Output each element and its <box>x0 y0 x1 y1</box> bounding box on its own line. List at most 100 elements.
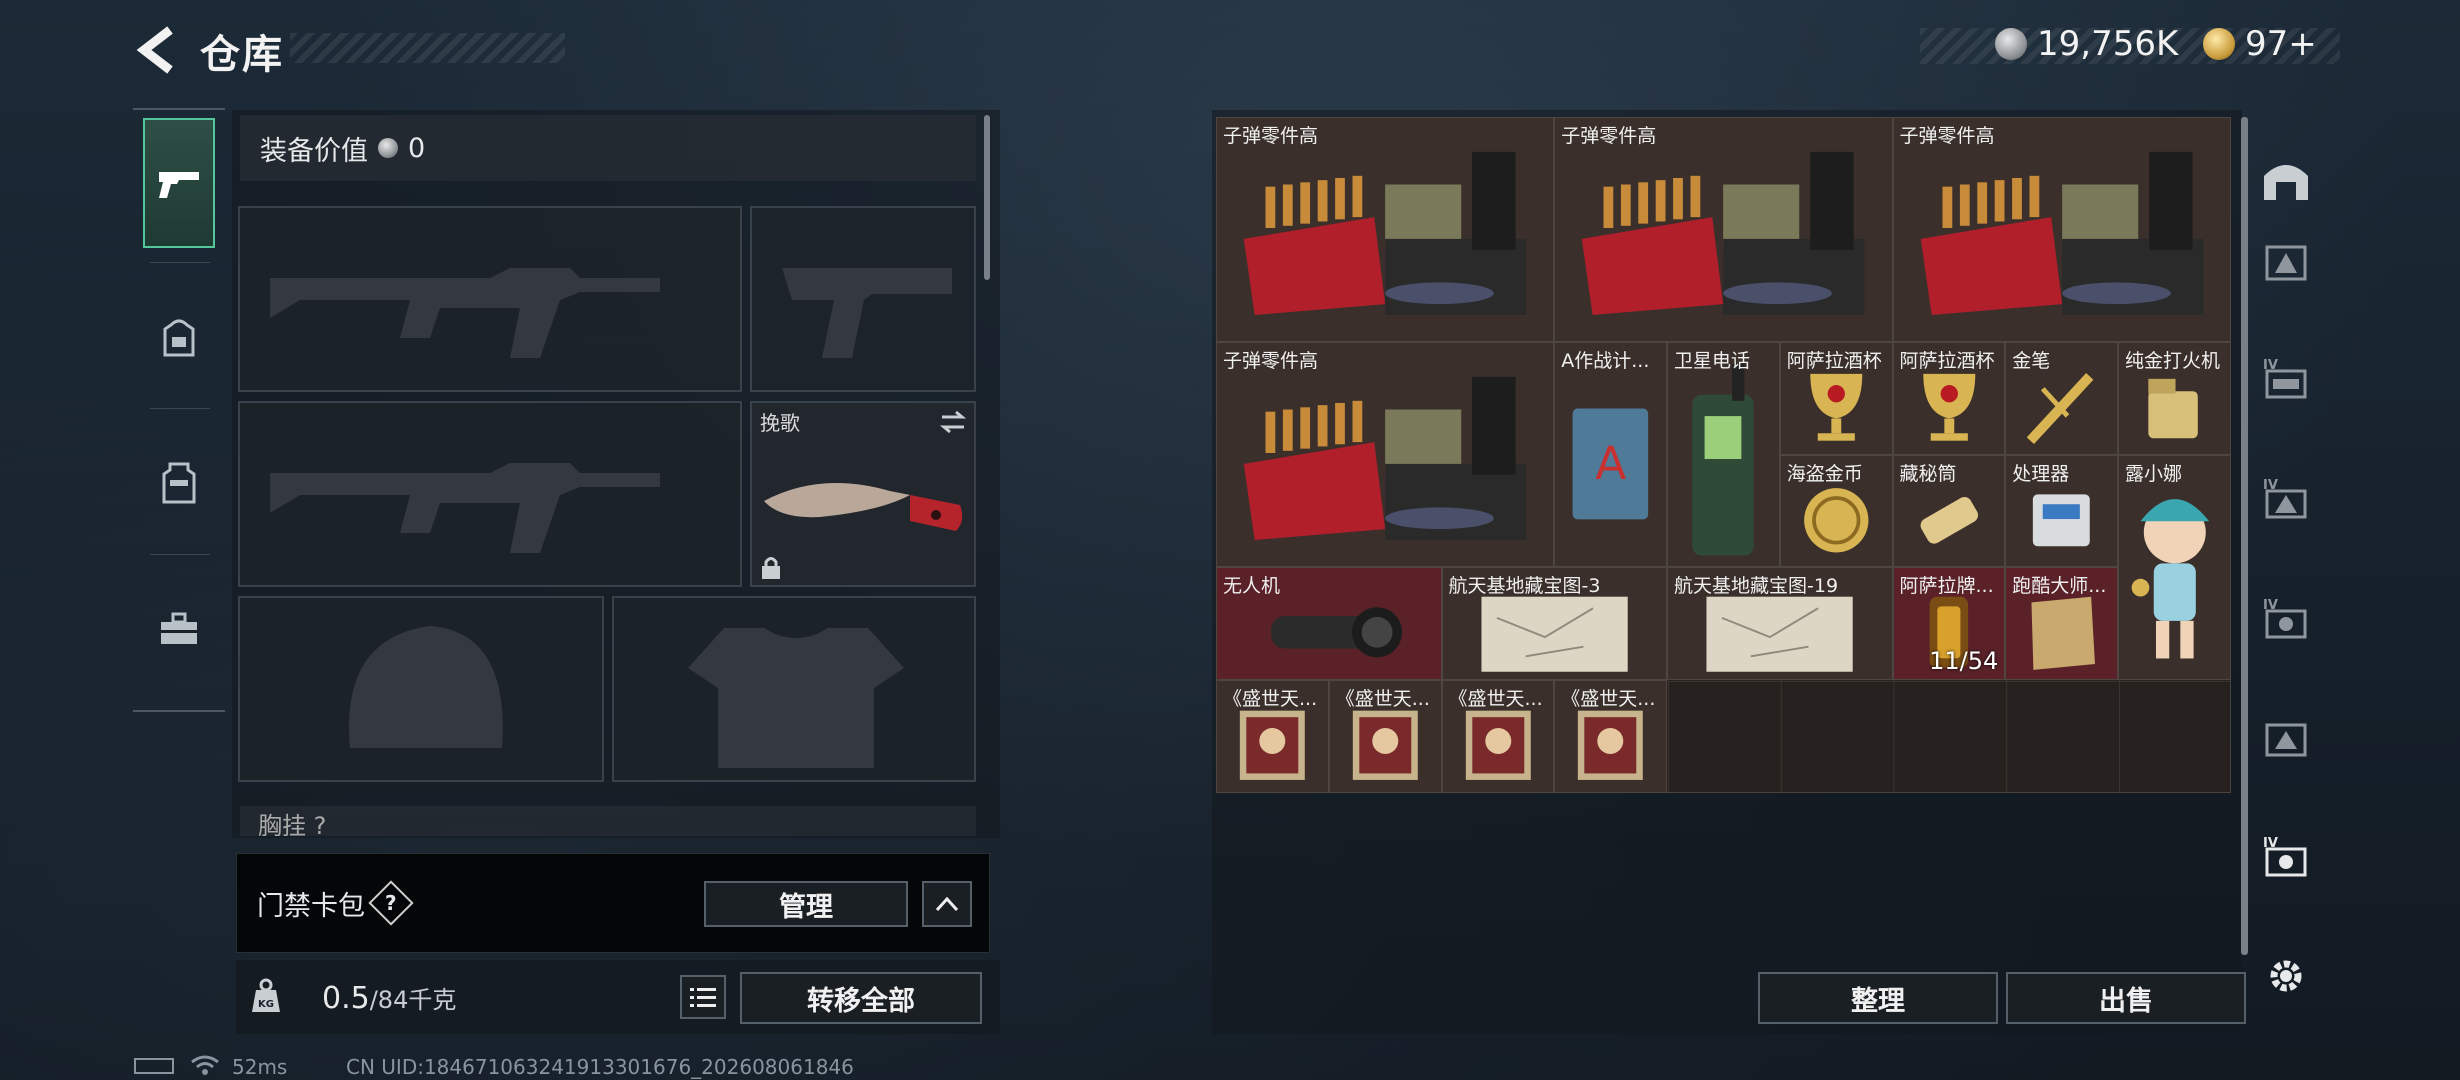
loadout-scrollbar[interactable] <box>984 115 990 280</box>
silver-coin-icon <box>1995 28 2027 60</box>
storage-item-label: 露小娜 <box>2125 462 2183 485</box>
chest-rig-section-header: 胸挂 ? <box>240 806 976 836</box>
storage-item[interactable]: 《盛世天... <box>1328 680 1442 793</box>
ping-readout: 52ms <box>232 1055 288 1079</box>
silver-coin-icon <box>378 138 398 158</box>
storage-item-label: 子弹零件高 <box>1223 350 1319 373</box>
gold-coin-icon <box>2203 28 2235 60</box>
storage-page-7[interactable]: IV <box>2256 826 2316 886</box>
rifle-silhouette-icon <box>270 268 660 358</box>
melee-slot[interactable]: 挽歌 <box>750 401 976 587</box>
back-button[interactable] <box>132 24 180 76</box>
storage-page-5[interactable]: IV <box>2256 588 2316 648</box>
storage-item-label: 《盛世天... <box>1448 688 1543 710</box>
storage-item[interactable]: 《盛世天... <box>1441 680 1555 793</box>
helmet-slot[interactable] <box>238 596 604 782</box>
storage-item[interactable]: 航天基地藏宝图-3 <box>1441 567 1667 680</box>
lock-icon <box>762 557 780 579</box>
storage-tab-icon: IV <box>2263 358 2307 399</box>
storage-page-3[interactable]: IV <box>2256 348 2316 408</box>
category-backpack[interactable] <box>143 272 215 402</box>
storage-item[interactable]: 藏秘筒 <box>1892 454 2006 568</box>
storage-item-label: 子弹零件高 <box>1899 125 1995 147</box>
chevron-left-icon <box>136 26 173 74</box>
ammo-item-icon <box>1555 136 1891 341</box>
storage-item-label: 无人机 <box>1223 575 1281 598</box>
armor-silhouette-icon <box>688 628 904 768</box>
book-item-icon: A <box>1555 361 1666 566</box>
melee-label: 挽歌 <box>760 411 800 435</box>
weight-capacity: /84千克 <box>369 986 457 1014</box>
primary-weapon-slot-2[interactable] <box>238 401 742 587</box>
category-toolbox[interactable] <box>143 564 215 694</box>
storage-item[interactable]: 子弹零件高 <box>1892 117 2231 343</box>
help-icon[interactable]: ? <box>368 880 414 926</box>
storage-item-label: 阿萨拉酒杯 <box>1899 350 1995 373</box>
category-divider <box>150 262 210 263</box>
storage-tab-icon: IV <box>2263 598 2307 639</box>
settings-button[interactable] <box>2256 946 2316 1006</box>
storage-item-label: 子弹零件高 <box>1223 125 1319 147</box>
storage-item-count: 11/54 <box>1929 646 1999 675</box>
storage-item[interactable]: 子弹零件高 <box>1216 342 1555 568</box>
storage-item[interactable]: 无人机 <box>1216 567 1442 680</box>
storage-item[interactable]: 处理器 <box>2005 454 2118 568</box>
collapse-button[interactable] <box>922 881 972 927</box>
storage-item-label: 海盗金币 <box>1786 462 1863 485</box>
storage-item[interactable]: A A作战计... <box>1554 342 1667 568</box>
category-weapons[interactable] <box>143 118 215 248</box>
storage-item[interactable]: 跑酷大师... <box>2005 567 2118 680</box>
sell-button[interactable]: 出售 <box>2006 972 2246 1024</box>
svg-text:KG: KG <box>258 999 274 1010</box>
sort-button[interactable]: 整理 <box>1758 972 1998 1024</box>
equipment-value-header: 装备价值 0 <box>240 115 976 181</box>
category-vest[interactable] <box>143 418 215 548</box>
storage-page-home[interactable] <box>2256 150 2316 210</box>
gold-amount: 97+ <box>2245 24 2317 64</box>
cup-item-icon <box>1894 361 2005 454</box>
pistol-slot[interactable] <box>750 206 976 392</box>
helmet-silhouette-icon <box>349 626 503 748</box>
gear-icon <box>2270 960 2302 992</box>
storage-item-label: 金笔 <box>2012 350 2051 373</box>
storage-item[interactable]: 金笔 <box>2005 342 2118 455</box>
cup-item-icon <box>1781 361 1892 454</box>
comic-item-icon <box>1330 699 1441 792</box>
vest-icon <box>162 462 196 504</box>
storage-item[interactable]: 阿萨拉酒杯 <box>1892 342 2006 455</box>
manage-button[interactable]: 管理 <box>704 881 908 927</box>
storage-item[interactable]: 阿萨拉牌... 11/54 <box>1892 567 2006 680</box>
armor-slot[interactable] <box>612 596 976 782</box>
storage-item[interactable]: 露小娜 <box>2118 454 2231 680</box>
storage-page-2[interactable] <box>2256 232 2316 292</box>
storage-page-4[interactable]: IV <box>2256 468 2316 528</box>
doll-item-icon <box>2119 474 2230 679</box>
storage-item-label: 航天基地藏宝图-19 <box>1674 575 1839 598</box>
storage-item-label: 卫星电话 <box>1674 350 1751 373</box>
storage-item[interactable]: 阿萨拉酒杯 <box>1779 342 1893 455</box>
storage-page-6[interactable] <box>2256 708 2316 768</box>
transfer-all-button[interactable]: 转移全部 <box>740 972 982 1024</box>
primary-weapon-slot-1[interactable] <box>238 206 742 392</box>
swap-icon[interactable] <box>938 409 968 435</box>
storage-item[interactable]: 子弹零件高 <box>1216 117 1555 343</box>
storage-item[interactable]: 《盛世天... <box>1554 680 1667 793</box>
storage-item[interactable]: 纯金打火机 <box>2118 342 2231 455</box>
storage-item-label: 《盛世天... <box>1223 688 1318 710</box>
gold-currency[interactable]: 97+ <box>2203 24 2317 64</box>
storage-item-label: 处理器 <box>2012 462 2070 485</box>
paper-item-icon <box>2006 586 2117 679</box>
storage-tab-icon: IV <box>2263 836 2307 877</box>
storage-item[interactable]: 子弹零件高 <box>1554 117 1893 343</box>
storage-item[interactable]: 海盗金币 <box>1779 454 1893 568</box>
storage-item[interactable]: 航天基地藏宝图-19 <box>1667 567 1893 680</box>
storage-item[interactable]: 《盛世天... <box>1216 680 1329 793</box>
list-view-button[interactable] <box>680 975 726 1019</box>
storage-item-label: 《盛世天... <box>1561 688 1656 710</box>
phone-item-icon <box>1668 361 1779 566</box>
comic-item-icon <box>1443 699 1554 792</box>
storage-item[interactable]: 卫星电话 <box>1667 342 1780 568</box>
storage-scrollbar[interactable] <box>2241 117 2248 955</box>
uid-readout: CN UID:18467106324191330167­6_2026080618… <box>346 1055 854 1079</box>
storage-item-label: 航天基地藏宝图-3 <box>1448 575 1601 598</box>
